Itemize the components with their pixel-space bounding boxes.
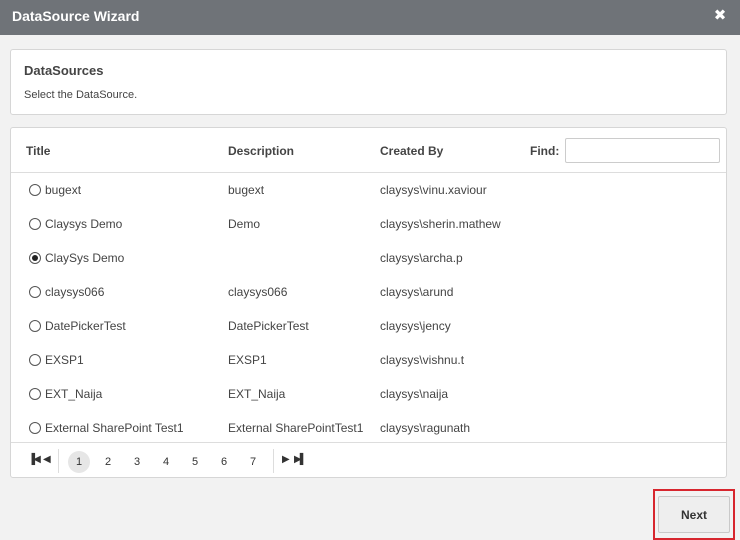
- row-title: External SharePoint Test1: [45, 421, 184, 435]
- row-description: claysys066: [228, 285, 288, 299]
- row-created-by: claysys\sherin.mathew: [380, 217, 501, 231]
- find-label: Find:: [530, 144, 560, 158]
- table-row[interactable]: External SharePoint Test1 External ShareP…: [11, 412, 726, 442]
- row-created-by: claysys\ragunath: [380, 421, 471, 435]
- dialog-title: DataSource Wizard: [12, 8, 140, 24]
- row-radio[interactable]: [29, 388, 41, 400]
- row-created-by: claysys\arund: [380, 285, 454, 299]
- row-created-by: claysys\archa.p: [380, 251, 463, 265]
- table-row[interactable]: ClaySys Demo claysys\archa.p: [11, 242, 726, 276]
- close-icon[interactable]: ✖: [712, 6, 728, 26]
- table-row[interactable]: claysys066 claysys066 claysys\arund: [11, 276, 726, 310]
- grid-rows: bugext bugext claysys\vinu.xaviour Claysys …: [11, 174, 726, 442]
- row-description: bugext: [228, 183, 265, 197]
- page-number[interactable]: 1: [68, 451, 90, 473]
- page-number[interactable]: 4: [155, 451, 177, 473]
- column-header-description[interactable]: Description: [228, 144, 294, 158]
- row-description: EXSP1: [228, 353, 267, 367]
- row-created-by: claysys\vinu.xaviour: [380, 183, 487, 197]
- panel-instructions: Select the DataSource.: [24, 89, 138, 101]
- row-description: EXT_Naija: [228, 387, 286, 401]
- row-radio[interactable]: [29, 252, 41, 264]
- table-row[interactable]: Claysys Demo Demo claysys\sherin.mathew: [11, 208, 726, 242]
- row-radio[interactable]: [29, 286, 41, 298]
- last-page-icon[interactable]: ▶▌: [294, 451, 307, 469]
- row-radio[interactable]: [29, 354, 41, 366]
- page-number[interactable]: 2: [97, 451, 119, 473]
- table-row[interactable]: EXT_Naija EXT_Naija claysys\naija: [11, 378, 726, 412]
- next-button[interactable]: Next: [658, 496, 730, 533]
- pager-divider: [58, 449, 59, 473]
- row-title: EXT_Naija: [45, 387, 103, 401]
- row-title: ClaySys Demo: [45, 251, 125, 265]
- row-description: External SharePointTest1: [228, 421, 364, 435]
- row-title: DatePickerTest: [45, 319, 126, 333]
- row-radio[interactable]: [29, 320, 41, 332]
- next-page-icon[interactable]: ▶: [282, 451, 290, 469]
- row-created-by: claysys\naija: [380, 387, 449, 401]
- column-header-title[interactable]: Title: [26, 144, 50, 158]
- page-number[interactable]: 5: [184, 451, 206, 473]
- datasources-info-panel: DataSources Select the DataSource.: [10, 49, 727, 115]
- row-title: claysys066: [45, 285, 105, 299]
- grid-header: Title Description Created By Find:: [11, 128, 726, 173]
- row-radio[interactable]: [29, 184, 41, 196]
- page-number[interactable]: 6: [213, 451, 235, 473]
- row-description: Demo: [228, 217, 261, 231]
- first-page-icon[interactable]: ▐◀: [28, 451, 41, 469]
- table-row[interactable]: bugext bugext claysys\vinu.xaviour: [11, 174, 726, 208]
- panel-heading: DataSources: [24, 63, 104, 78]
- table-row[interactable]: EXSP1 EXSP1 claysys\vishnu.t: [11, 344, 726, 378]
- row-radio[interactable]: [29, 218, 41, 230]
- row-created-by: claysys\jency: [380, 319, 451, 333]
- page-number[interactable]: 3: [126, 451, 148, 473]
- column-header-created-by[interactable]: Created By: [380, 144, 443, 158]
- pager: ▐◀ ◀ 1234567 ▶ ▶▌: [11, 442, 726, 477]
- page-number[interactable]: 7: [242, 451, 264, 473]
- row-title: Claysys Demo: [45, 217, 123, 231]
- prev-page-icon[interactable]: ◀: [43, 451, 51, 469]
- find-input[interactable]: [565, 138, 720, 163]
- pager-divider: [273, 449, 274, 473]
- table-row[interactable]: DatePickerTest DatePickerTest claysys\jenc…: [11, 310, 726, 344]
- row-created-by: claysys\vishnu.t: [380, 353, 465, 367]
- next-button-highlight: Next: [653, 489, 735, 540]
- row-description: DatePickerTest: [228, 319, 309, 333]
- datasource-grid: Title Description Created By Find: bugex…: [10, 127, 727, 478]
- row-title: bugext: [45, 183, 82, 197]
- row-radio[interactable]: [29, 422, 41, 434]
- dialog-titlebar: DataSource Wizard ✖: [0, 0, 740, 35]
- row-title: EXSP1: [45, 353, 84, 367]
